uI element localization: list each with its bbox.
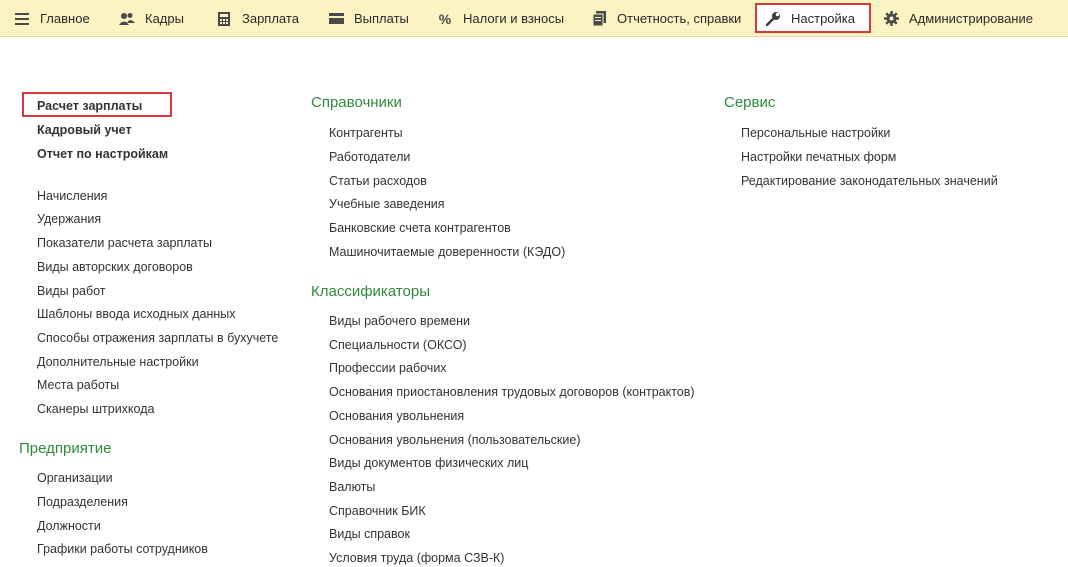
people-icon	[119, 11, 135, 27]
top-navigation-bar: Главное Кадры Зарплата Выплаты % Налоги …	[0, 0, 1068, 37]
section-classifiers: Классификаторы	[311, 283, 431, 300]
link-dismissal-grounds-custom[interactable]: Основания увольнения (пользовательские)	[329, 432, 581, 448]
nav-salary-label: Зарплата	[242, 11, 299, 26]
link-counterparty-bank-accounts[interactable]: Банковские счета контрагентов	[329, 220, 511, 236]
section-service: Сервис	[724, 94, 776, 111]
link-worker-professions[interactable]: Профессии рабочих	[329, 360, 447, 376]
link-working-conditions[interactable]: Условия труда (форма СЗВ-К)	[329, 550, 504, 566]
link-machine-readable-powers[interactable]: Машиночитаемые доверенности (КЭДО)	[329, 244, 565, 260]
link-work-types[interactable]: Виды работ	[37, 283, 106, 299]
link-counterparties[interactable]: Контрагенты	[329, 125, 403, 141]
link-barcode-scanners[interactable]: Сканеры штрихкода	[37, 401, 154, 417]
nav-main-label: Главное	[40, 11, 90, 26]
nav-settings[interactable]: Настройка	[755, 3, 871, 33]
section-references: Справочники	[311, 94, 402, 111]
nav-payments-label: Выплаты	[354, 11, 409, 26]
link-print-form-settings[interactable]: Настройки печатных форм	[741, 149, 896, 165]
link-currencies[interactable]: Валюты	[329, 479, 375, 495]
nav-main[interactable]: Главное	[14, 0, 90, 37]
link-working-time-types[interactable]: Виды рабочего времени	[329, 313, 470, 329]
link-additional-settings[interactable]: Дополнительные настройки	[37, 354, 199, 370]
wrench-icon	[765, 10, 781, 26]
nav-taxes-label: Налоги и взносы	[463, 11, 565, 26]
link-bik-reference[interactable]: Справочник БИК	[329, 503, 426, 519]
nav-reports[interactable]: Отчетность, справки	[591, 0, 741, 37]
percent-icon: %	[438, 10, 452, 27]
link-employers[interactable]: Работодатели	[329, 149, 410, 165]
nav-hr[interactable]: Кадры	[119, 0, 184, 37]
link-suspension-grounds[interactable]: Основания приостановления трудовых догов…	[329, 384, 695, 400]
link-personal-settings[interactable]: Персональные настройки	[741, 125, 890, 141]
gear-icon	[883, 11, 899, 27]
link-accruals[interactable]: Начисления	[37, 188, 107, 204]
link-author-contract-types[interactable]: Виды авторских договоров	[37, 259, 193, 275]
link-organizations[interactable]: Организации	[37, 470, 113, 486]
link-salary-indicators[interactable]: Показатели расчета зарплаты	[37, 235, 212, 251]
wallet-icon	[328, 11, 344, 27]
link-work-schedules[interactable]: Графики работы сотрудников	[37, 541, 208, 557]
link-salary-calc[interactable]: Расчет зарплаты	[37, 98, 142, 114]
menu-icon	[14, 11, 30, 27]
nav-settings-label: Настройка	[791, 10, 855, 26]
link-input-templates[interactable]: Шаблоны ввода исходных данных	[37, 306, 236, 322]
link-work-places[interactable]: Места работы	[37, 377, 119, 393]
link-departments[interactable]: Подразделения	[37, 494, 128, 510]
link-hr-accounting[interactable]: Кадровый учет	[37, 122, 132, 138]
link-educational-institutions[interactable]: Учебные заведения	[329, 196, 445, 212]
link-accounting-reflection[interactable]: Способы отражения зарплаты в бухучете	[37, 330, 278, 346]
link-identity-document-types[interactable]: Виды документов физических лиц	[329, 455, 528, 471]
calculator-icon	[216, 11, 232, 27]
link-settings-report[interactable]: Отчет по настройкам	[37, 146, 168, 162]
section-enterprise: Предприятие	[19, 440, 112, 457]
link-dismissal-grounds[interactable]: Основания увольнения	[329, 408, 464, 424]
nav-reports-label: Отчетность, справки	[617, 11, 742, 26]
link-certificate-types[interactable]: Виды справок	[329, 526, 410, 542]
link-expense-items[interactable]: Статьи расходов	[329, 173, 427, 189]
link-positions[interactable]: Должности	[37, 518, 101, 534]
nav-admin[interactable]: Администрирование	[883, 0, 1033, 37]
nav-salary[interactable]: Зарплата	[216, 0, 299, 37]
nav-hr-label: Кадры	[145, 11, 184, 26]
documents-icon	[591, 11, 607, 27]
link-legislative-values[interactable]: Редактирование законодательных значений	[741, 173, 998, 189]
nav-admin-label: Администрирование	[909, 11, 1033, 26]
nav-taxes[interactable]: % Налоги и взносы	[437, 0, 564, 37]
nav-payments[interactable]: Выплаты	[328, 0, 409, 37]
link-specialties[interactable]: Специальности (ОКСО)	[329, 337, 467, 353]
link-deductions[interactable]: Удержания	[37, 211, 101, 227]
